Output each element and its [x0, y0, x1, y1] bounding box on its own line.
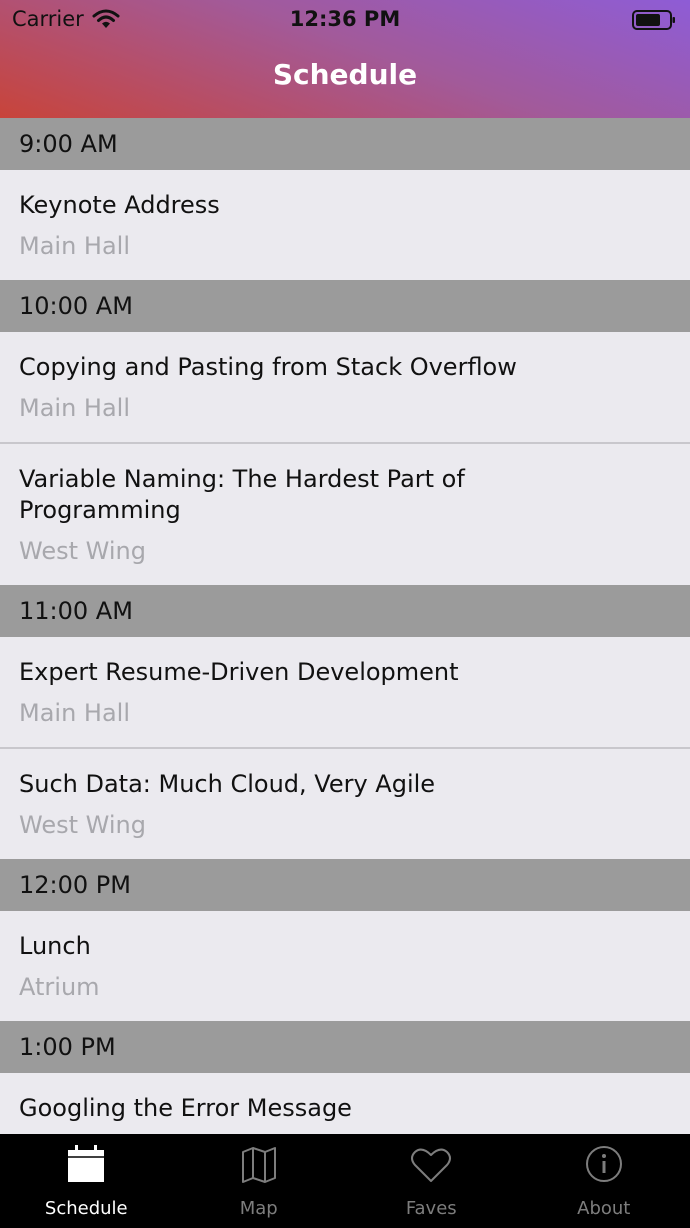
app-screen: Carrier 12:36 PM Schedule 9:00 AM Keynote… [0, 0, 690, 1228]
tab-bar: Schedule Map Faves About [0, 1134, 690, 1228]
info-icon [585, 1146, 622, 1182]
section-header-time: 11:00 AM [0, 585, 690, 637]
section-rows: Keynote Address Main Hall [0, 170, 690, 280]
calendar-icon [68, 1145, 105, 1182]
tab-map[interactable]: Map [173, 1134, 346, 1228]
session-room: Atrium [19, 973, 100, 1001]
session-room: Main Hall [19, 232, 131, 260]
session-row[interactable]: Googling the Error MessageMain Hall [0, 1073, 690, 1134]
tab-label: Map [239, 1198, 278, 1219]
status-bar: Carrier 12:36 PM [0, 0, 690, 40]
session-title: Expert Resume-Driven Development [19, 658, 459, 686]
session-title: Googling the Error Message [19, 1094, 352, 1122]
tab-about[interactable]: About [518, 1134, 690, 1228]
tab-label: Faves [405, 1198, 457, 1219]
session-row[interactable]: Expert Resume-Driven Development Main Hal… [0, 637, 690, 747]
session-row[interactable]: Such Data: Much Cloud, Very Agile West Wi… [0, 747, 690, 859]
tab-label: About [577, 1198, 631, 1219]
tab-faves[interactable]: Faves [345, 1134, 518, 1228]
session-title: Copying and Pasting from Stack Overflow [19, 353, 517, 381]
session-row[interactable]: Lunch Atrium [0, 911, 690, 1021]
heart-icon [411, 1148, 452, 1182]
session-row[interactable]: Copying and Pasting from Stack Overflow M… [0, 332, 690, 442]
session-room: Main Hall [19, 699, 131, 727]
section-rows: Lunch Atrium [0, 911, 690, 1021]
session-row[interactable]: Variable Naming: The Hardest Part of Pro… [0, 442, 690, 585]
session-title: Such Data: Much Cloud, Very Agile [19, 770, 436, 798]
session-room: Main Hall [19, 394, 131, 422]
status-time: 12:36 PM [289, 7, 401, 31]
tab-schedule[interactable]: Schedule [0, 1134, 173, 1228]
navigation-header: Carrier 12:36 PM Schedule [0, 0, 690, 118]
section-header-time: 9:00 AM [0, 118, 690, 170]
session-room: West Wing [19, 811, 146, 839]
session-title: Lunch [19, 932, 91, 960]
section-header-time: 12:00 PM [0, 859, 690, 911]
session-title: Variable Naming: The Hardest Part of Pro… [19, 465, 465, 524]
section-rows: Googling the Error MessageMain Hall [0, 1073, 690, 1134]
tab-label: Schedule [44, 1198, 128, 1219]
session-room: West Wing [19, 537, 146, 565]
page-title: Schedule [272, 58, 418, 91]
map-icon [241, 1147, 276, 1183]
schedule-list[interactable]: 9:00 AM Keynote Address Main Hall 10:00 AM C… [0, 118, 690, 1134]
battery-icon [632, 10, 675, 30]
session-title: Keynote Address [19, 191, 220, 219]
section-rows: Copying and Pasting from Stack Overflow M… [0, 332, 690, 585]
section-rows: Expert Resume-Driven Development Main Hal… [0, 637, 690, 859]
section-header-time: 10:00 AM [0, 280, 690, 332]
section-header-time: 1:00 PM [0, 1021, 690, 1073]
session-row[interactable]: Keynote Address Main Hall [0, 170, 690, 280]
